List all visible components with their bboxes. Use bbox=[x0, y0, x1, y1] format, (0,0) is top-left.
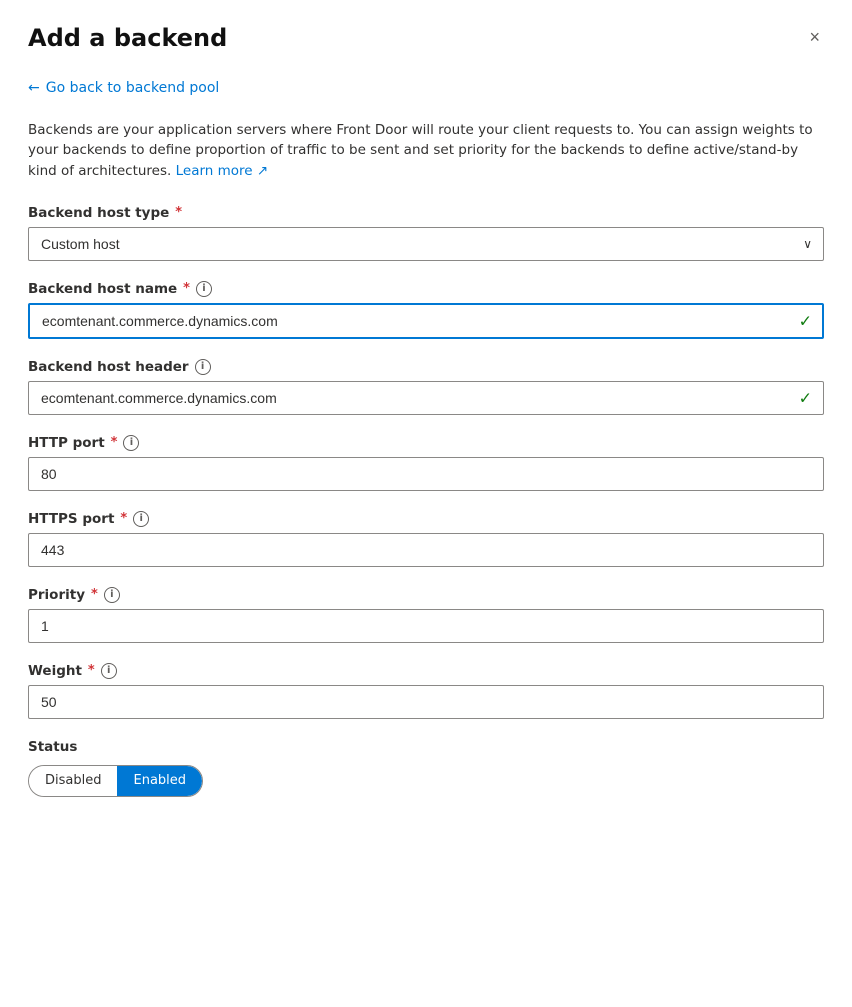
weight-wrapper bbox=[28, 685, 824, 719]
priority-input[interactable] bbox=[28, 609, 824, 643]
https-port-label: HTTPS port * i bbox=[28, 511, 824, 527]
http-port-input[interactable] bbox=[28, 457, 824, 491]
http-port-group: HTTP port * i bbox=[28, 435, 824, 491]
priority-wrapper bbox=[28, 609, 824, 643]
status-enabled-option[interactable]: Enabled bbox=[117, 766, 202, 796]
back-arrow-icon: ← bbox=[28, 80, 40, 96]
required-star-2: * bbox=[183, 281, 190, 296]
panel-title: Add a backend bbox=[28, 24, 227, 52]
backend-host-type-wrapper: Custom host App Service Cloud Service St… bbox=[28, 227, 824, 261]
backend-host-type-group: Backend host type * Custom host App Serv… bbox=[28, 205, 824, 261]
backend-host-header-label: Backend host header i bbox=[28, 359, 824, 375]
learn-more-link[interactable]: Learn more ↗ bbox=[176, 163, 269, 179]
info-icon-host-header: i bbox=[195, 359, 211, 375]
backend-host-header-input[interactable] bbox=[28, 381, 824, 415]
close-button[interactable]: × bbox=[805, 24, 824, 50]
http-port-label: HTTP port * i bbox=[28, 435, 824, 451]
back-to-backend-pool-link[interactable]: ← Go back to backend pool bbox=[28, 80, 824, 96]
status-label: Status bbox=[28, 739, 824, 755]
info-icon-https-port: i bbox=[133, 511, 149, 527]
status-toggle-group[interactable]: Disabled Enabled bbox=[28, 765, 203, 797]
backend-host-type-label: Backend host type * bbox=[28, 205, 824, 221]
backend-host-name-group: Backend host name * i ✓ bbox=[28, 281, 824, 339]
backend-host-name-input[interactable] bbox=[28, 303, 824, 339]
required-star: * bbox=[175, 205, 182, 220]
status-disabled-option[interactable]: Disabled bbox=[29, 766, 117, 796]
priority-group: Priority * i bbox=[28, 587, 824, 643]
http-port-wrapper bbox=[28, 457, 824, 491]
backend-host-type-select[interactable]: Custom host App Service Cloud Service St… bbox=[28, 227, 824, 261]
external-link-icon: ↗ bbox=[257, 163, 268, 179]
priority-label: Priority * i bbox=[28, 587, 824, 603]
https-port-input[interactable] bbox=[28, 533, 824, 567]
https-port-wrapper bbox=[28, 533, 824, 567]
required-star-weight: * bbox=[88, 663, 95, 678]
weight-input[interactable] bbox=[28, 685, 824, 719]
weight-group: Weight * i bbox=[28, 663, 824, 719]
status-section: Status Disabled Enabled bbox=[28, 739, 824, 797]
info-icon-priority: i bbox=[104, 587, 120, 603]
backend-host-name-label: Backend host name * i bbox=[28, 281, 824, 297]
weight-label: Weight * i bbox=[28, 663, 824, 679]
back-link-text: Go back to backend pool bbox=[46, 80, 220, 96]
add-backend-panel: Add a backend × ← Go back to backend poo… bbox=[0, 0, 852, 1007]
info-icon-http-port: i bbox=[123, 435, 139, 451]
backend-host-header-wrapper: ✓ bbox=[28, 381, 824, 415]
backend-host-name-wrapper: ✓ bbox=[28, 303, 824, 339]
https-port-group: HTTPS port * i bbox=[28, 511, 824, 567]
panel-header: Add a backend × bbox=[28, 24, 824, 52]
check-icon-host-header: ✓ bbox=[799, 388, 812, 407]
required-star-priority: * bbox=[91, 587, 98, 602]
info-icon-host-name: i bbox=[196, 281, 212, 297]
required-star-http: * bbox=[111, 435, 118, 450]
check-icon-host-name: ✓ bbox=[799, 311, 812, 330]
description-text: Backends are your application servers wh… bbox=[28, 120, 824, 181]
required-star-https: * bbox=[120, 511, 127, 526]
backend-host-header-group: Backend host header i ✓ bbox=[28, 359, 824, 415]
info-icon-weight: i bbox=[101, 663, 117, 679]
